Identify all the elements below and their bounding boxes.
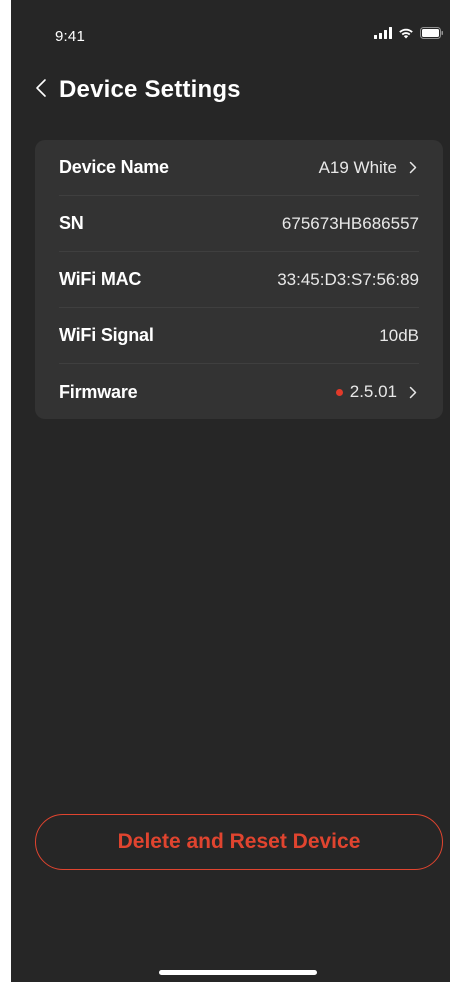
device-name-row[interactable]: Device Name A19 White xyxy=(59,140,419,196)
wifi-mac-value: 33:45:D3:S7:56:89 xyxy=(277,269,419,289)
device-name-label: Device Name xyxy=(59,157,169,177)
device-settings-screen: 9:41 Device Settings Device Name A19 Whi… xyxy=(11,0,450,982)
status-icons xyxy=(374,26,444,44)
battery-icon xyxy=(420,26,444,44)
firmware-label: Firmware xyxy=(59,381,138,402)
cellular-signal-icon xyxy=(374,26,392,44)
sn-value: 675673HB686557 xyxy=(281,213,419,233)
sn-label: SN xyxy=(59,213,84,233)
wifi-mac-row: WiFi MAC 33:45:D3:S7:56:89 xyxy=(59,252,419,308)
firmware-value-group: 2.5.01 xyxy=(335,382,419,402)
firmware-value: 2.5.01 xyxy=(349,382,397,401)
wifi-mac-label: WiFi MAC xyxy=(59,269,142,289)
device-info-card: Device Name A19 White SN 675673HB686557 … xyxy=(35,140,443,419)
wifi-signal-value: 10dB xyxy=(379,325,419,345)
status-time: 9:41 xyxy=(55,28,85,45)
back-button[interactable] xyxy=(35,72,57,108)
update-available-dot xyxy=(335,388,343,396)
firmware-row[interactable]: Firmware 2.5.01 xyxy=(59,364,419,420)
chevron-left-icon xyxy=(35,78,47,103)
sn-row: SN 675673HB686557 xyxy=(59,196,419,252)
delete-and-reset-button[interactable]: Delete and Reset Device xyxy=(35,814,443,870)
chevron-right-icon xyxy=(409,385,419,399)
device-name-value: A19 White xyxy=(318,157,397,177)
chevron-right-icon xyxy=(409,161,419,175)
device-name-value-group: A19 White xyxy=(319,158,419,178)
wifi-signal-label: WiFi Signal xyxy=(59,325,154,345)
header: Device Settings xyxy=(35,72,241,108)
wifi-icon xyxy=(398,26,414,44)
home-indicator xyxy=(159,970,317,975)
page-title: Device Settings xyxy=(59,76,241,103)
wifi-signal-row: WiFi Signal 10dB xyxy=(59,308,419,364)
